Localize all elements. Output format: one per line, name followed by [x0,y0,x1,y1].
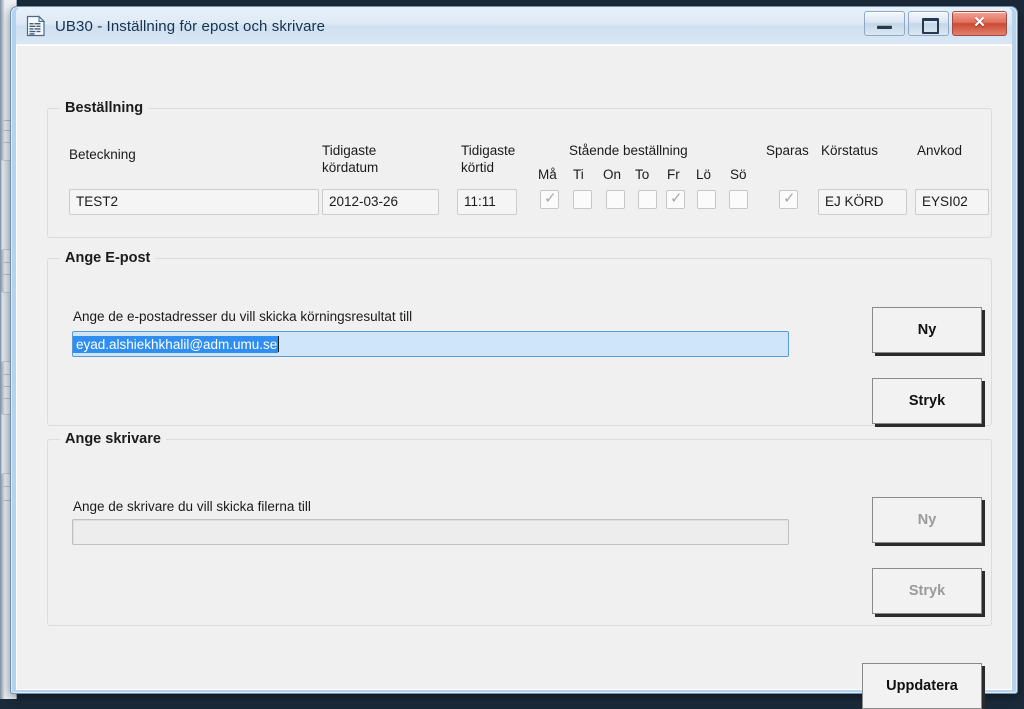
kordatum-label-line1: Tidigaste [322,143,377,158]
close-button[interactable]: ✕ [952,11,1007,36]
kortid-label-line1: Tidigaste [461,143,516,158]
email-instruction-label: Ange de e-postadresser du vill skicka kö… [73,309,413,324]
beteckning-label: Beteckning [69,147,136,162]
document-app-icon [26,15,46,37]
korstatus-field[interactable]: EJ KÖRD [818,189,907,215]
beteckning-field[interactable]: TEST2 [69,189,319,215]
check-icon: ✓ [783,190,796,207]
weekday-checkbox-so[interactable] [729,190,748,209]
weekday-label-lo: Lö [696,167,712,182]
kordatum-field[interactable]: 2012-03-26 [322,189,439,215]
order-group-legend: Beställning [60,100,149,116]
email-delete-button[interactable]: Stryk [872,378,982,424]
kortid-label-line2: körtid [461,160,495,175]
weekday-checkbox-lo[interactable] [697,190,716,209]
email-input[interactable]: eyad.alshiekhkhalil@adm.umu.se [72,331,789,357]
weekday-checkbox-to[interactable] [638,190,657,209]
update-button[interactable]: Uppdatera [862,663,982,709]
title-bar[interactable]: UB30 - Inställning för epost och skrivar… [16,7,1012,45]
anvkod-field[interactable]: EYSI02 [915,189,989,215]
weekday-label-fr: Fr [667,167,680,182]
anvkod-label: Anvkod [917,143,963,158]
standing-order-label: Stående beställning [569,143,688,158]
printer-group-legend: Ange skrivare [60,431,166,447]
kordatum-label-line2: kördatum [322,160,379,175]
maximize-icon [922,18,939,34]
printer-instruction-label: Ange de skrivare du vill skicka filerna … [73,499,311,514]
weekday-label-to: To [635,167,650,182]
minimize-button[interactable] [864,11,905,36]
weekday-checkbox-ma[interactable]: ✓ [540,190,559,209]
email-group-legend: Ange E-post [60,250,156,266]
printer-new-button[interactable]: Ny [872,497,982,543]
weekday-label-ti: Ti [573,167,584,182]
weekday-label-so: Sö [730,167,747,182]
check-icon: ✓ [544,190,557,207]
kortid-field[interactable]: 11:11 [457,189,517,215]
maximize-button[interactable] [908,11,949,36]
dialog-window: UB30 - Inställning för epost och skrivar… [10,6,1018,709]
email-new-button[interactable]: Ny [872,307,982,353]
minimize-icon [877,25,892,29]
sparas-label: Sparas [766,143,809,158]
sparas-checkbox[interactable]: ✓ [779,190,798,209]
window-controls: ✕ [864,11,1007,36]
weekday-checkbox-fr[interactable]: ✓ [666,190,685,209]
weekday-checkbox-on[interactable] [606,190,625,209]
text-caret [278,336,280,352]
client-area: Beställning Beteckning Tidigaste kördatu… [16,45,1012,709]
close-icon: ✕ [973,14,986,31]
printer-input[interactable] [72,519,789,545]
window-title: UB30 - Inställning för epost och skrivar… [55,17,326,35]
email-input-value: eyad.alshiekhkhalil@adm.umu.se [73,336,279,353]
korstatus-label: Körstatus [821,143,879,158]
weekday-checkbox-ti[interactable] [573,190,592,209]
weekday-label-ma: Må [538,167,557,182]
check-icon: ✓ [670,190,683,207]
printer-delete-button[interactable]: Stryk [872,568,982,614]
order-group: Beställning [47,100,992,238]
weekday-label-on: On [603,167,622,182]
